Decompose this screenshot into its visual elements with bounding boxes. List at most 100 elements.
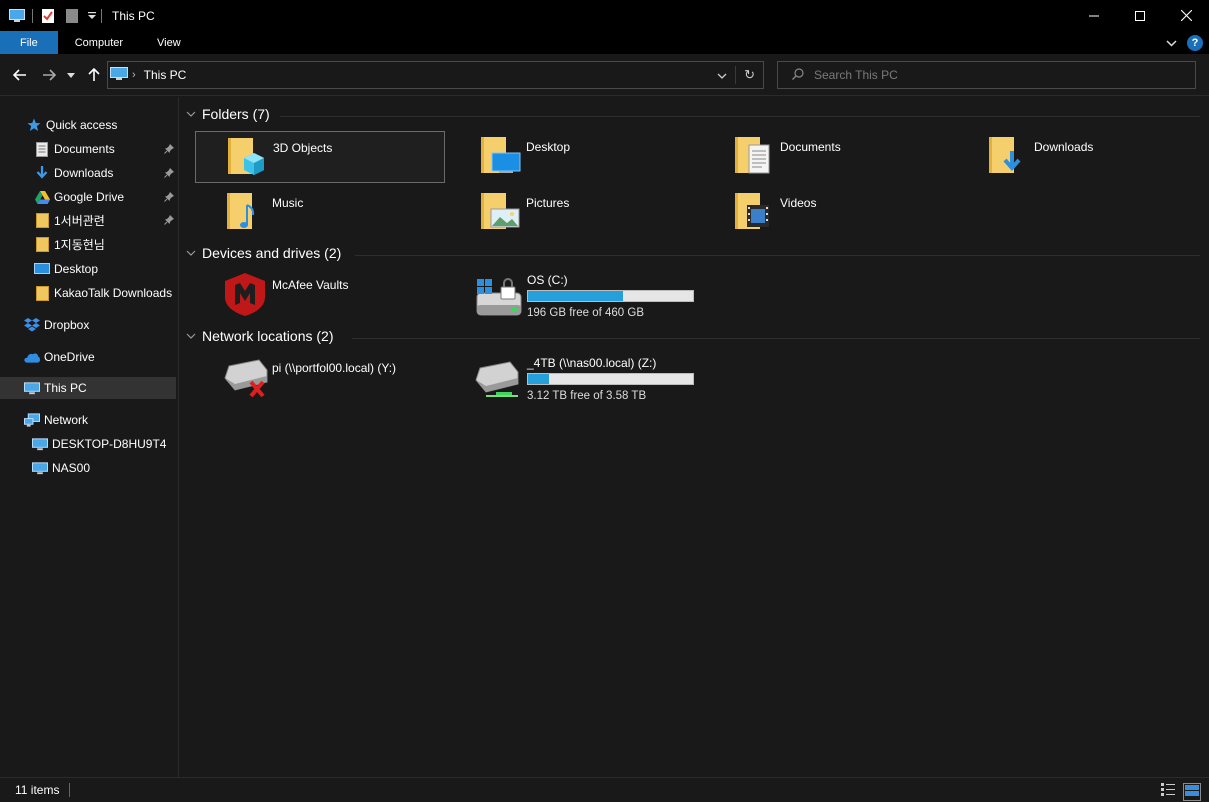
- forward-button[interactable]: [39, 65, 59, 85]
- breadcrumb-this-pc[interactable]: This PC: [144, 68, 187, 82]
- pin-icon[interactable]: [164, 214, 174, 228]
- pin-icon[interactable]: [164, 167, 174, 181]
- refresh-icon[interactable]: ↻: [744, 67, 755, 83]
- item-count: 11 items: [15, 783, 60, 797]
- sidebar-item-google-drive[interactable]: Google Drive: [0, 186, 176, 208]
- sidebar-item-label: KakaoTalk Downloads: [54, 286, 173, 300]
- sidebar-item-1server[interactable]: 1서버관련: [0, 209, 176, 231]
- sidebar-item-documents[interactable]: Documents: [0, 138, 176, 160]
- drive-name: _4TB (\\nas00.local) (Z:): [527, 356, 657, 370]
- folder-name: Videos: [780, 196, 817, 210]
- dropbox-icon: [24, 317, 40, 333]
- tiles-view-icon[interactable]: [1183, 783, 1201, 801]
- sidebar-item-label: OneDrive: [44, 350, 95, 364]
- pin-icon[interactable]: [164, 191, 174, 205]
- star-icon: [26, 117, 42, 133]
- network-icon: [24, 412, 40, 428]
- back-button[interactable]: [10, 65, 30, 85]
- sidebar-item-dropbox[interactable]: Dropbox: [0, 314, 176, 336]
- ribbon-right: ?: [1166, 31, 1203, 54]
- address-history-chevron-icon[interactable]: [717, 68, 727, 82]
- folder-name: Documents: [780, 140, 841, 154]
- pin-icon[interactable]: [164, 143, 174, 157]
- collapse-chevron-icon[interactable]: [180, 333, 202, 339]
- minimize-button[interactable]: [1071, 0, 1117, 31]
- folder-name: Music: [272, 196, 304, 210]
- group-header-folders[interactable]: Folders (7): [180, 106, 270, 122]
- tab-view[interactable]: View: [140, 31, 198, 54]
- network-drive-icon: [472, 358, 520, 404]
- toolbar-divider: [101, 8, 102, 23]
- breadcrumb-separator-icon[interactable]: ›: [132, 69, 136, 81]
- folder-tile-3d-objects[interactable]: 3D Objects: [195, 131, 445, 183]
- group-divider: [352, 338, 1200, 339]
- sidebar-item-1jidonghyeon[interactable]: 1지동현님: [0, 233, 176, 255]
- window-controls: [1071, 0, 1209, 31]
- sidebar-item-label: Documents: [54, 142, 115, 156]
- disconnected-network-drive-icon: [221, 354, 269, 398]
- sidebar-item-quick-access[interactable]: Quick access: [0, 114, 176, 136]
- network-location-name: pi (\\portfol00.local) (Y:): [272, 361, 397, 375]
- folder-tile-videos[interactable]: Videos: [703, 187, 953, 239]
- folder-tile-desktop[interactable]: Desktop: [449, 131, 699, 183]
- collapse-chevron-icon[interactable]: [180, 250, 202, 256]
- new-folder-icon[interactable]: [63, 7, 81, 25]
- sidebar-item-onedrive[interactable]: OneDrive: [0, 346, 176, 368]
- address-divider: [735, 66, 736, 84]
- search-icon: [792, 67, 804, 83]
- sidebar-item-downloads[interactable]: Downloads: [0, 162, 176, 184]
- customize-toolbar-chevron-icon[interactable]: [87, 7, 97, 25]
- music-folder-icon: [225, 189, 269, 233]
- sidebar-item-desktop[interactable]: Desktop: [0, 258, 176, 280]
- sidebar-item-kakaotalk-downloads[interactable]: KakaoTalk Downloads: [0, 282, 176, 304]
- sidebar-item-desktop-d8hu9t4[interactable]: DESKTOP-D8HU9T4: [0, 433, 176, 455]
- tab-file[interactable]: File: [0, 31, 58, 54]
- sidebar-item-label: Google Drive: [54, 190, 125, 204]
- folder-tile-downloads[interactable]: Downloads: [957, 131, 1207, 183]
- group-label: Network locations (2): [202, 328, 334, 344]
- help-button[interactable]: ?: [1187, 34, 1203, 51]
- computer-icon[interactable]: [8, 7, 26, 25]
- sidebar-item-label: 1서버관련: [54, 213, 105, 228]
- sidebar-item-network[interactable]: Network: [0, 409, 176, 431]
- details-view-icon[interactable]: [1161, 783, 1175, 801]
- folder-name: Pictures: [526, 196, 570, 210]
- pictures-folder-icon: [479, 189, 523, 233]
- address-bar[interactable]: › This PC ↻: [107, 61, 764, 89]
- device-tile-mcafee-vaults[interactable]: McAfee Vaults: [195, 269, 445, 321]
- folder-tile-pictures[interactable]: Pictures: [449, 187, 699, 239]
- network-tile-pi[interactable]: pi (\\portfol00.local) (Y:): [195, 352, 445, 404]
- group-header-devices[interactable]: Devices and drives (2): [180, 245, 341, 261]
- recent-locations-button[interactable]: [64, 65, 78, 85]
- sidebar-item-this-pc[interactable]: This PC: [0, 377, 176, 399]
- expand-ribbon-chevron-icon[interactable]: [1166, 36, 1177, 50]
- chevron-down-icon: [67, 72, 75, 78]
- desktop-icon: [34, 261, 50, 277]
- drive-free-space: 196 GB free of 460 GB: [527, 307, 644, 319]
- properties-icon[interactable]: [39, 7, 57, 25]
- search-box[interactable]: Search This PC: [777, 61, 1196, 89]
- folder-tile-music[interactable]: Music: [195, 187, 445, 239]
- navigation-bar: › This PC ↻ Search This PC: [0, 54, 1209, 96]
- tab-computer[interactable]: Computer: [58, 31, 140, 54]
- title-bar: This PC: [0, 0, 1209, 31]
- group-header-network[interactable]: Network locations (2): [180, 328, 334, 344]
- sidebar-item-label: Dropbox: [44, 318, 90, 332]
- documents-icon: [34, 141, 50, 157]
- network-drive-tile-4tb[interactable]: _4TB (\\nas00.local) (Z:) 3.12 TB free o…: [472, 356, 732, 406]
- up-button[interactable]: [84, 65, 104, 85]
- search-placeholder: Search This PC: [814, 68, 898, 82]
- sidebar-item-label: 1지동현님: [54, 237, 105, 252]
- collapse-chevron-icon[interactable]: [180, 111, 202, 117]
- sidebar-item-nas00[interactable]: NAS00: [0, 457, 176, 479]
- sidebar-item-label: Desktop: [54, 262, 99, 276]
- folder-name: 3D Objects: [273, 141, 333, 155]
- maximize-button[interactable]: [1117, 0, 1163, 31]
- folder-tile-documents[interactable]: Documents: [703, 131, 953, 183]
- close-button[interactable]: [1163, 0, 1209, 31]
- group-label: Devices and drives (2): [202, 245, 342, 261]
- drive-tile-os-c[interactable]: OS (C:) 196 GB free of 460 GB: [475, 273, 735, 323]
- ribbon-tabs: File Computer View ?: [0, 31, 1209, 54]
- device-name: McAfee Vaults: [272, 278, 349, 292]
- group-divider: [280, 116, 1200, 117]
